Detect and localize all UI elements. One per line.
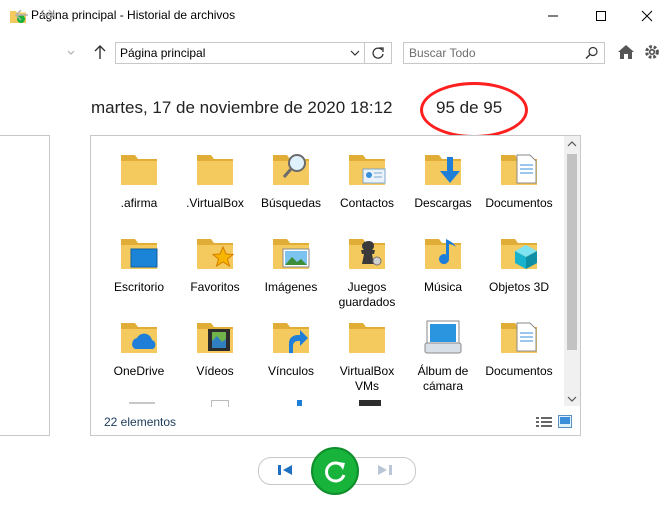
- documents-folder-icon: [501, 322, 537, 353]
- status-bar: 22 elementos: [91, 406, 580, 435]
- music-folder-icon: [425, 239, 461, 269]
- items-grid: .afirma .VirtualBox Búsquedas Contactos …: [91, 136, 565, 407]
- close-button[interactable]: [624, 0, 670, 32]
- recent-dropdown-icon[interactable]: [66, 45, 76, 61]
- highlight-circle: [420, 82, 528, 138]
- forward-arrow-icon[interactable]: [40, 7, 56, 23]
- folder-icon: [121, 155, 157, 185]
- item-label: OneDrive: [113, 364, 165, 378]
- window-title: Página principal - Historial de archivos: [31, 8, 236, 22]
- item-label: Documentos: [485, 196, 553, 210]
- address-text: Página principal: [120, 46, 206, 60]
- title-bar: Página principal - Historial de archivos: [0, 0, 671, 32]
- item-label: Álbum de cámara: [417, 364, 469, 393]
- videos-folder-icon: [197, 323, 233, 353]
- 3d-objects-folder-icon: [501, 239, 537, 269]
- item-label: Imágenes: [264, 280, 318, 294]
- minimize-icon: [548, 15, 558, 17]
- documents-folder-icon: [501, 154, 537, 185]
- item-label: .VirtualBox: [186, 196, 244, 210]
- maximize-button[interactable]: [578, 0, 624, 32]
- item-label: Música: [423, 280, 462, 294]
- next-version-icon[interactable]: [376, 462, 394, 478]
- folder-icon: [197, 155, 233, 185]
- downloads-folder-icon: [425, 155, 461, 185]
- back-arrow-icon[interactable]: [14, 7, 30, 23]
- item-label: Contactos: [339, 196, 395, 210]
- item-label: Favoritos: [190, 280, 240, 294]
- search-folder-icon: [273, 154, 309, 185]
- minimize-button[interactable]: [530, 0, 576, 32]
- folder-item[interactable]: Contactos: [329, 136, 405, 211]
- folder-item[interactable]: Vínculos: [253, 304, 329, 379]
- folder-item[interactable]: Vídeos: [177, 304, 253, 379]
- folder-item[interactable]: Juegos guardados: [329, 220, 405, 310]
- search-icon[interactable]: [585, 46, 599, 60]
- folder-item[interactable]: Escritorio: [101, 220, 177, 295]
- links-folder-icon: [273, 323, 309, 353]
- previous-version-pane[interactable]: [0, 135, 50, 436]
- item-count: 22 elementos: [104, 415, 177, 429]
- folder-item[interactable]: Descargas: [405, 136, 481, 211]
- favorites-folder-icon: [197, 239, 235, 269]
- folder-item[interactable]: .afirma: [101, 136, 177, 211]
- close-icon: [641, 10, 653, 22]
- folder-icon: [349, 323, 385, 353]
- item-label: Documentos: [485, 364, 553, 378]
- item-label: Escritorio: [113, 280, 164, 294]
- pictures-folder-icon: [273, 239, 310, 269]
- partial-item-row: [91, 398, 565, 407]
- restore-button[interactable]: [311, 447, 359, 495]
- folder-item[interactable]: Objetos 3D: [481, 220, 557, 295]
- home-icon[interactable]: [617, 44, 635, 60]
- scroll-up-icon[interactable]: [567, 140, 577, 148]
- search-placeholder: Buscar Todo: [409, 46, 476, 60]
- file-browser-pane: .afirma .VirtualBox Búsquedas Contactos …: [90, 135, 581, 436]
- onedrive-folder-icon: [121, 323, 157, 353]
- search-box[interactable]: Buscar Todo: [403, 42, 605, 64]
- saved-games-folder-icon: [349, 239, 385, 269]
- previous-version-icon[interactable]: [276, 462, 294, 478]
- folder-item[interactable]: Búsquedas: [253, 136, 329, 211]
- gear-icon[interactable]: [643, 44, 661, 60]
- up-arrow-icon[interactable]: [92, 44, 108, 60]
- folder-item[interactable]: .VirtualBox: [177, 136, 253, 211]
- folder-item[interactable]: Documentos: [481, 304, 557, 379]
- snapshot-date: martes, 17 de noviembre de 2020 18:12: [91, 98, 393, 117]
- item-label: Vídeos: [196, 364, 234, 378]
- address-bar[interactable]: Página principal: [115, 42, 365, 64]
- scrollbar-thumb[interactable]: [567, 154, 577, 350]
- item-label: Vínculos: [267, 364, 315, 378]
- item-label: Descargas: [414, 196, 472, 210]
- refresh-button[interactable]: [364, 42, 392, 64]
- desktop-folder-icon: [121, 239, 158, 269]
- folder-item[interactable]: Música: [405, 220, 481, 295]
- item-label: .afirma: [120, 196, 158, 210]
- vertical-scrollbar[interactable]: [564, 136, 580, 406]
- item-label: Búsquedas: [260, 196, 322, 210]
- folder-item[interactable]: Documentos: [481, 136, 557, 211]
- item-label: VirtualBox VMs: [339, 364, 395, 393]
- restore-icon: [325, 461, 346, 483]
- folder-item[interactable]: Álbum de cámara: [405, 304, 481, 394]
- folder-item[interactable]: Imágenes: [253, 220, 329, 295]
- scroll-down-icon[interactable]: [567, 395, 577, 403]
- camera-roll-icon: [424, 320, 462, 354]
- folder-item[interactable]: Favoritos: [177, 220, 253, 295]
- large-icons-view-icon[interactable]: [558, 415, 572, 428]
- folder-item[interactable]: OneDrive: [101, 304, 177, 379]
- contacts-folder-icon: [349, 155, 386, 185]
- refresh-icon: [372, 47, 384, 59]
- folder-item[interactable]: VirtualBox VMs: [329, 304, 405, 394]
- details-view-icon[interactable]: [536, 416, 552, 428]
- maximize-icon: [596, 11, 606, 21]
- item-label: Objetos 3D: [488, 280, 550, 294]
- address-dropdown-icon[interactable]: [346, 42, 364, 64]
